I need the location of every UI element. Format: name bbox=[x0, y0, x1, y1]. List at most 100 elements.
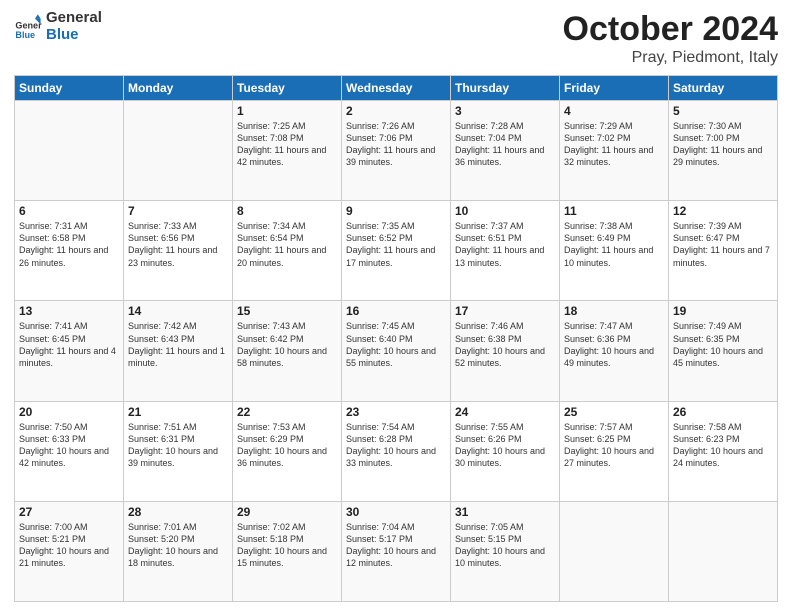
calendar-week-row: 6Sunrise: 7:31 AMSunset: 6:58 PMDaylight… bbox=[15, 201, 778, 301]
weekday-header-monday: Monday bbox=[124, 76, 233, 101]
title-block: October 2024 Pray, Piedmont, Italy bbox=[563, 10, 778, 67]
day-number: 18 bbox=[564, 304, 664, 318]
page: General Blue General Blue October 2024 P… bbox=[0, 0, 792, 612]
svg-text:Blue: Blue bbox=[15, 30, 35, 40]
logo: General Blue General Blue bbox=[14, 10, 102, 43]
day-number: 17 bbox=[455, 304, 555, 318]
weekday-header-sunday: Sunday bbox=[15, 76, 124, 101]
day-info: Sunrise: 7:05 AMSunset: 5:15 PMDaylight:… bbox=[455, 521, 555, 570]
day-number: 20 bbox=[19, 405, 119, 419]
day-info: Sunrise: 7:53 AMSunset: 6:29 PMDaylight:… bbox=[237, 421, 337, 470]
day-info: Sunrise: 7:34 AMSunset: 6:54 PMDaylight:… bbox=[237, 220, 337, 269]
calendar-cell: 13 Sunrise: 7:41 AMSunset: 6:45 PMDayligh… bbox=[15, 301, 124, 401]
day-number: 10 bbox=[455, 204, 555, 218]
calendar-title: October 2024 bbox=[563, 10, 778, 49]
calendar-week-row: 20 Sunrise: 7:50 AMSunset: 6:33 PMDayligh… bbox=[15, 401, 778, 501]
day-info: Sunrise: 7:41 AMSunset: 6:45 PMDaylight:… bbox=[19, 320, 119, 369]
calendar-cell: 8 Sunrise: 7:34 AMSunset: 6:54 PMDaylight… bbox=[233, 201, 342, 301]
day-info: Sunrise: 7:45 AMSunset: 6:40 PMDaylight:… bbox=[346, 320, 446, 369]
day-info: Sunrise: 7:29 AMSunset: 7:02 PMDaylight:… bbox=[564, 120, 664, 169]
calendar-cell: 20 Sunrise: 7:50 AMSunset: 6:33 PMDayligh… bbox=[15, 401, 124, 501]
calendar-header-row: SundayMondayTuesdayWednesdayThursdayFrid… bbox=[15, 76, 778, 101]
calendar-cell: 15Sunrise: 7:43 AMSunset: 6:42 PMDayligh… bbox=[233, 301, 342, 401]
day-number: 30 bbox=[346, 505, 446, 519]
calendar-cell: 5Sunrise: 7:30 AMSunset: 7:00 PMDaylight… bbox=[669, 101, 778, 201]
day-info: Sunrise: 7:43 AMSunset: 6:42 PMDaylight:… bbox=[237, 320, 337, 369]
day-info: Sunrise: 7:46 AMSunset: 6:38 PMDaylight:… bbox=[455, 320, 555, 369]
calendar-cell: 28 Sunrise: 7:01 AMSunset: 5:20 PMDayligh… bbox=[124, 501, 233, 601]
calendar-cell: 21Sunrise: 7:51 AMSunset: 6:31 PMDayligh… bbox=[124, 401, 233, 501]
day-number: 24 bbox=[455, 405, 555, 419]
calendar-cell: 24 Sunrise: 7:55 AMSunset: 6:26 PMDayligh… bbox=[451, 401, 560, 501]
day-info: Sunrise: 7:25 AMSunset: 7:08 PMDaylight:… bbox=[237, 120, 337, 169]
calendar-cell bbox=[669, 501, 778, 601]
day-number: 13 bbox=[19, 304, 119, 318]
day-info: Sunrise: 7:37 AMSunset: 6:51 PMDaylight:… bbox=[455, 220, 555, 269]
day-number: 28 bbox=[128, 505, 228, 519]
day-info: Sunrise: 7:00 AMSunset: 5:21 PMDaylight:… bbox=[19, 521, 119, 570]
calendar-cell: 27Sunrise: 7:00 AMSunset: 5:21 PMDayligh… bbox=[15, 501, 124, 601]
weekday-header-tuesday: Tuesday bbox=[233, 76, 342, 101]
day-info: Sunrise: 7:01 AMSunset: 5:20 PMDaylight:… bbox=[128, 521, 228, 570]
generalblue-logo-icon: General Blue bbox=[14, 13, 42, 41]
weekday-header-thursday: Thursday bbox=[451, 76, 560, 101]
calendar-cell: 9 Sunrise: 7:35 AMSunset: 6:52 PMDaylight… bbox=[342, 201, 451, 301]
day-info: Sunrise: 7:35 AMSunset: 6:52 PMDaylight:… bbox=[346, 220, 446, 269]
day-number: 26 bbox=[673, 405, 773, 419]
calendar-cell: 6Sunrise: 7:31 AMSunset: 6:58 PMDaylight… bbox=[15, 201, 124, 301]
day-info: Sunrise: 7:02 AMSunset: 5:18 PMDaylight:… bbox=[237, 521, 337, 570]
day-info: Sunrise: 7:30 AMSunset: 7:00 PMDaylight:… bbox=[673, 120, 773, 169]
logo-general-text: General bbox=[46, 10, 102, 27]
calendar-cell: 31 Sunrise: 7:05 AMSunset: 5:15 PMDayligh… bbox=[451, 501, 560, 601]
calendar-cell: 25 Sunrise: 7:57 AMSunset: 6:25 PMDayligh… bbox=[560, 401, 669, 501]
calendar-cell: 26 Sunrise: 7:58 AMSunset: 6:23 PMDayligh… bbox=[669, 401, 778, 501]
day-number: 3 bbox=[455, 104, 555, 118]
calendar-cell: 23 Sunrise: 7:54 AMSunset: 6:28 PMDayligh… bbox=[342, 401, 451, 501]
calendar-cell: 7 Sunrise: 7:33 AMSunset: 6:56 PMDaylight… bbox=[124, 201, 233, 301]
calendar-cell: 2 Sunrise: 7:26 AMSunset: 7:06 PMDaylight… bbox=[342, 101, 451, 201]
calendar-cell: 3 Sunrise: 7:28 AMSunset: 7:04 PMDaylight… bbox=[451, 101, 560, 201]
day-info: Sunrise: 7:42 AMSunset: 6:43 PMDaylight:… bbox=[128, 320, 228, 369]
header: General Blue General Blue October 2024 P… bbox=[14, 10, 778, 67]
day-info: Sunrise: 7:33 AMSunset: 6:56 PMDaylight:… bbox=[128, 220, 228, 269]
day-number: 12 bbox=[673, 204, 773, 218]
day-info: Sunrise: 7:39 AMSunset: 6:47 PMDaylight:… bbox=[673, 220, 773, 269]
calendar-week-row: 1 Sunrise: 7:25 AMSunset: 7:08 PMDaylight… bbox=[15, 101, 778, 201]
day-number: 31 bbox=[455, 505, 555, 519]
calendar-cell: 17 Sunrise: 7:46 AMSunset: 6:38 PMDayligh… bbox=[451, 301, 560, 401]
calendar-cell: 14 Sunrise: 7:42 AMSunset: 6:43 PMDayligh… bbox=[124, 301, 233, 401]
calendar-cell bbox=[560, 501, 669, 601]
day-number: 19 bbox=[673, 304, 773, 318]
day-number: 11 bbox=[564, 204, 664, 218]
calendar-location: Pray, Piedmont, Italy bbox=[563, 49, 778, 67]
day-number: 21 bbox=[128, 405, 228, 419]
day-info: Sunrise: 7:38 AMSunset: 6:49 PMDaylight:… bbox=[564, 220, 664, 269]
day-info: Sunrise: 7:57 AMSunset: 6:25 PMDaylight:… bbox=[564, 421, 664, 470]
weekday-header-wednesday: Wednesday bbox=[342, 76, 451, 101]
day-number: 23 bbox=[346, 405, 446, 419]
day-number: 22 bbox=[237, 405, 337, 419]
day-info: Sunrise: 7:54 AMSunset: 6:28 PMDaylight:… bbox=[346, 421, 446, 470]
day-info: Sunrise: 7:50 AMSunset: 6:33 PMDaylight:… bbox=[19, 421, 119, 470]
day-number: 9 bbox=[346, 204, 446, 218]
calendar-cell: 16Sunrise: 7:45 AMSunset: 6:40 PMDayligh… bbox=[342, 301, 451, 401]
day-info: Sunrise: 7:55 AMSunset: 6:26 PMDaylight:… bbox=[455, 421, 555, 470]
calendar-table: SundayMondayTuesdayWednesdayThursdayFrid… bbox=[14, 75, 778, 602]
calendar-cell: 30 Sunrise: 7:04 AMSunset: 5:17 PMDayligh… bbox=[342, 501, 451, 601]
calendar-week-row: 13 Sunrise: 7:41 AMSunset: 6:45 PMDayligh… bbox=[15, 301, 778, 401]
calendar-cell: 1 Sunrise: 7:25 AMSunset: 7:08 PMDaylight… bbox=[233, 101, 342, 201]
day-number: 2 bbox=[346, 104, 446, 118]
day-info: Sunrise: 7:47 AMSunset: 6:36 PMDaylight:… bbox=[564, 320, 664, 369]
day-number: 25 bbox=[564, 405, 664, 419]
calendar-cell: 18 Sunrise: 7:47 AMSunset: 6:36 PMDayligh… bbox=[560, 301, 669, 401]
calendar-cell bbox=[15, 101, 124, 201]
day-number: 14 bbox=[128, 304, 228, 318]
day-info: Sunrise: 7:26 AMSunset: 7:06 PMDaylight:… bbox=[346, 120, 446, 169]
day-number: 8 bbox=[237, 204, 337, 218]
day-number: 29 bbox=[237, 505, 337, 519]
day-number: 1 bbox=[237, 104, 337, 118]
day-info: Sunrise: 7:58 AMSunset: 6:23 PMDaylight:… bbox=[673, 421, 773, 470]
day-number: 7 bbox=[128, 204, 228, 218]
day-info: Sunrise: 7:28 AMSunset: 7:04 PMDaylight:… bbox=[455, 120, 555, 169]
day-info: Sunrise: 7:04 AMSunset: 5:17 PMDaylight:… bbox=[346, 521, 446, 570]
